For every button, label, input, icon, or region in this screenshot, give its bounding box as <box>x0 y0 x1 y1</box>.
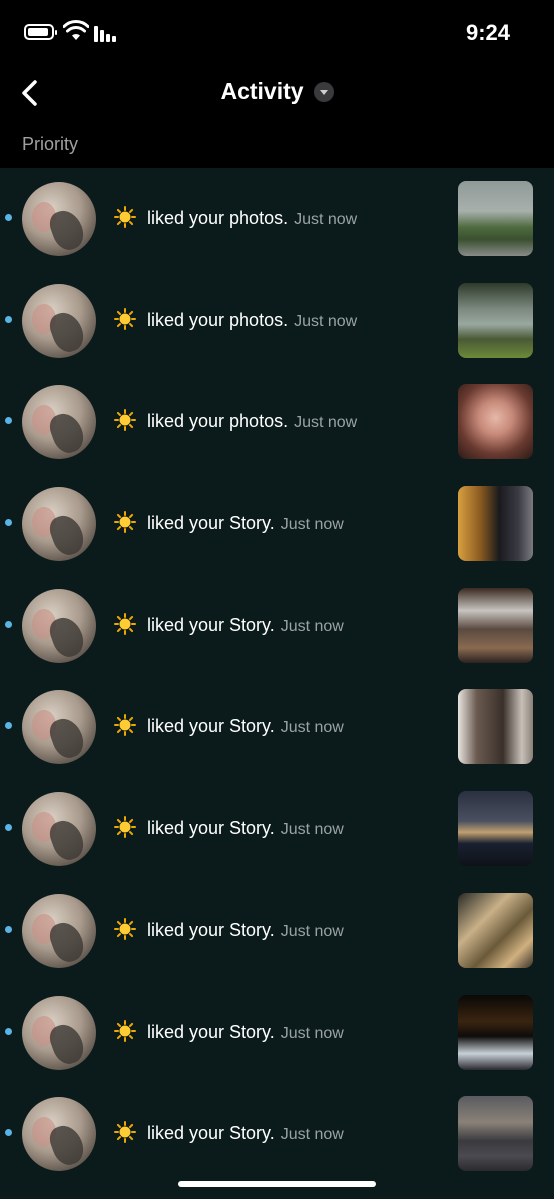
notification-text: liked your Story. Just now <box>114 816 344 839</box>
notification-row-2[interactable]: liked your photos. Just now <box>0 270 554 372</box>
notification-text: liked your photos. Just now <box>114 307 358 331</box>
notification-text: liked your Story. Just now <box>114 1019 344 1043</box>
notification-time: Just now <box>294 211 358 228</box>
notification-row-1[interactable]: liked your photos. Just now <box>0 168 554 270</box>
notification-time: Just now <box>280 922 344 940</box>
battery-icon <box>24 24 57 40</box>
unread-dot-icon <box>5 214 12 221</box>
notification-row-3[interactable]: liked your photos. Just now <box>0 371 554 473</box>
post-thumbnail[interactable] <box>458 181 533 256</box>
notification-text: liked your Story. Just now <box>114 1121 344 1144</box>
notification-text: liked your photos. Just now <box>114 409 357 432</box>
sun-icon <box>114 816 136 839</box>
avatar[interactable] <box>22 283 96 358</box>
section-label-priority: Priority <box>22 134 79 154</box>
avatar[interactable] <box>22 487 96 562</box>
avatar[interactable] <box>22 690 96 765</box>
home-indicator[interactable] <box>178 1181 376 1187</box>
notification-time: Just now <box>280 719 344 737</box>
avatar[interactable] <box>22 995 96 1070</box>
notification-message: liked your Story. <box>142 1021 275 1042</box>
post-thumbnail[interactable] <box>458 994 533 1070</box>
notification-row-7[interactable]: liked your Story. Just now <box>0 778 554 880</box>
notification-time: Just now <box>280 821 344 839</box>
unread-dot-icon <box>5 417 12 425</box>
caret-down-icon[interactable] <box>313 81 334 102</box>
notification-text: liked your Story. Just now <box>114 511 344 534</box>
avatar[interactable] <box>22 182 96 256</box>
sun-icon <box>114 1121 136 1144</box>
sun-icon <box>114 409 136 432</box>
notification-text: liked your photos. Just now <box>114 206 357 229</box>
notification-time: Just now <box>280 1024 344 1042</box>
notification-message: liked your Story. <box>142 818 275 839</box>
unread-dot-icon <box>5 925 12 933</box>
notification-message: liked your photos. <box>142 208 289 228</box>
notification-row-4[interactable]: liked your Story. Just now <box>0 473 554 575</box>
sun-icon <box>114 307 136 330</box>
unread-dot-icon <box>5 824 12 832</box>
page-title: Activity <box>220 78 304 104</box>
post-thumbnail[interactable] <box>458 689 533 765</box>
avatar[interactable] <box>22 893 96 968</box>
notification-message: liked your Story. <box>142 716 275 737</box>
notification-message: liked your Story. <box>142 614 275 635</box>
sun-icon <box>114 206 136 228</box>
unread-dot-icon <box>5 315 12 323</box>
notification-time: Just now <box>280 1126 344 1144</box>
post-thumbnail[interactable] <box>458 384 533 460</box>
sun-icon <box>114 1019 136 1042</box>
notification-text: liked your Story. Just now <box>114 612 344 636</box>
notification-row-8[interactable]: liked your Story. Just now <box>0 880 554 982</box>
sun-icon <box>114 511 136 534</box>
notification-row-10[interactable]: liked your Story. Just now <box>0 1083 554 1185</box>
post-thumbnail[interactable] <box>458 486 533 562</box>
unread-dot-icon <box>5 1027 12 1035</box>
post-thumbnail[interactable] <box>458 892 533 968</box>
notification-row-5[interactable]: liked your Story. Just now <box>0 575 554 677</box>
header-title-group[interactable]: Activity <box>0 78 554 110</box>
sun-icon <box>114 714 136 737</box>
unread-dot-icon <box>5 1129 12 1137</box>
notification-text: liked your Story. Just now <box>114 714 344 737</box>
unread-dot-icon <box>5 722 12 730</box>
sun-icon <box>114 612 136 635</box>
avatar[interactable] <box>22 1097 96 1172</box>
notification-time: Just now <box>294 312 358 330</box>
notification-message: liked your Story. <box>142 919 275 940</box>
notification-time: Just now <box>280 516 344 534</box>
avatar[interactable] <box>22 588 96 663</box>
notification-time: Just now <box>280 617 344 635</box>
status-bar: 9:24 <box>0 0 554 66</box>
notification-message: liked your photos. <box>142 309 289 330</box>
notification-message: liked your Story. <box>142 1123 275 1144</box>
unread-dot-icon <box>5 620 12 628</box>
post-thumbnail[interactable] <box>458 282 533 358</box>
sun-icon <box>114 917 136 940</box>
top-area: 9:24 Activity Priority <box>0 0 554 168</box>
notification-message: liked your photos. <box>142 411 289 432</box>
avatar[interactable] <box>22 792 96 867</box>
notification-text: liked your Story. Just now <box>114 917 344 941</box>
notification-list: liked your photos. Just now liked your p… <box>0 168 554 1185</box>
activity-screen: 9:24 Activity Priority liked your photos… <box>0 0 554 1199</box>
notification-row-9[interactable]: liked your Story. Just now <box>0 982 554 1084</box>
unread-dot-icon <box>5 519 12 527</box>
post-thumbnail[interactable] <box>458 1096 533 1172</box>
wifi-icon <box>63 20 89 40</box>
post-thumbnail[interactable] <box>458 587 533 663</box>
avatar[interactable] <box>22 385 96 460</box>
post-thumbnail[interactable] <box>458 791 533 867</box>
notification-time: Just now <box>294 414 358 432</box>
cellular-signal-icon <box>94 24 120 42</box>
notification-row-6[interactable]: liked your Story. Just now <box>0 676 554 778</box>
status-time: 9:24 <box>465 20 510 45</box>
notification-message: liked your Story. <box>142 513 275 534</box>
